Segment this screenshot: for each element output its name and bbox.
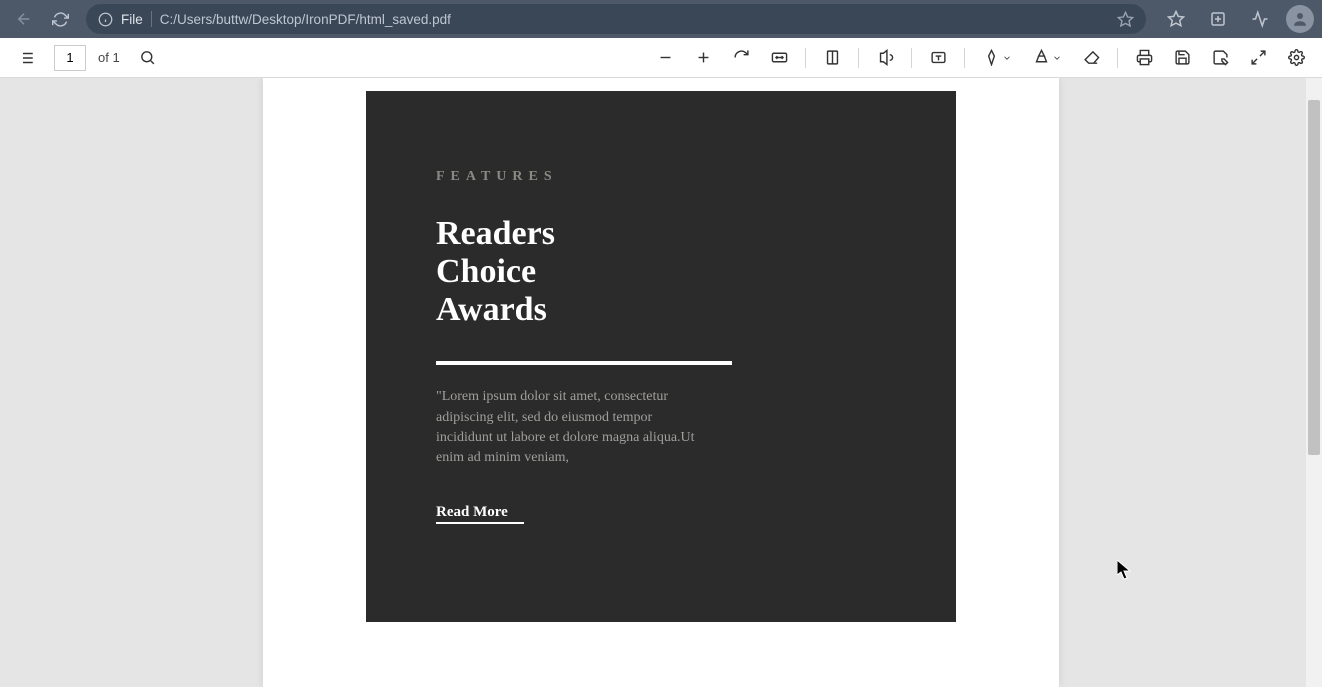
read-aloud-icon (877, 49, 894, 66)
toolbar-separator (858, 48, 859, 68)
pdf-viewport: FEATURES Readers Choice Awards "Lorem ip… (0, 78, 1322, 687)
page-view-icon (824, 49, 841, 66)
address-divider (151, 11, 152, 27)
print-icon (1136, 49, 1153, 66)
arrow-left-icon (15, 10, 33, 28)
divider-line (436, 361, 732, 365)
info-icon (98, 12, 113, 27)
document-content-block: FEATURES Readers Choice Awards "Lorem ip… (366, 91, 956, 622)
print-button[interactable] (1128, 42, 1160, 74)
toolbar-separator (805, 48, 806, 68)
erase-button[interactable] (1075, 42, 1107, 74)
page-number-input[interactable] (54, 45, 86, 71)
read-more-link[interactable]: Read More (436, 504, 524, 524)
collections-icon (1209, 10, 1227, 28)
highlight-button[interactable] (1025, 42, 1069, 74)
find-button[interactable] (132, 42, 164, 74)
heartbeat-icon (1251, 10, 1269, 28)
browser-right-icons (1156, 3, 1314, 35)
plus-icon (695, 49, 712, 66)
headline: Readers Choice Awards (436, 215, 886, 329)
save-button[interactable] (1166, 42, 1198, 74)
list-icon (17, 49, 35, 67)
zoom-out-button[interactable] (649, 42, 681, 74)
page-total: of 1 (98, 50, 120, 65)
star-add-icon[interactable] (1117, 11, 1134, 28)
toolbar-separator (964, 48, 965, 68)
rotate-icon (733, 49, 750, 66)
toolbar-separator (1117, 48, 1118, 68)
mouse-cursor-icon (1117, 560, 1131, 580)
chevron-down-icon (1002, 53, 1012, 63)
address-prefix: File (121, 12, 143, 27)
highlight-icon (1033, 49, 1050, 66)
back-button[interactable] (8, 3, 40, 35)
favorites-button[interactable] (1156, 3, 1196, 35)
draw-button[interactable] (975, 42, 1019, 74)
pdf-page: FEATURES Readers Choice Awards "Lorem ip… (263, 78, 1059, 687)
zoom-in-button[interactable] (687, 42, 719, 74)
search-icon (139, 49, 156, 66)
fit-width-icon (770, 49, 789, 66)
save-icon (1174, 49, 1191, 66)
toolbar-separator (911, 48, 912, 68)
text-box-icon (930, 49, 947, 66)
address-bar[interactable]: File C:/Users/buttw/Desktop/IronPDF/html… (86, 4, 1146, 34)
gear-icon (1288, 49, 1305, 66)
fullscreen-button[interactable] (1242, 42, 1274, 74)
read-aloud-button[interactable] (869, 42, 901, 74)
erase-icon (1083, 49, 1100, 66)
chevron-down-icon (1052, 53, 1062, 63)
eyebrow-text: FEATURES (436, 169, 886, 185)
browser-chrome-bar: File C:/Users/buttw/Desktop/IronPDF/html… (0, 0, 1322, 38)
contents-button[interactable] (10, 42, 42, 74)
collections-button[interactable] (1198, 3, 1238, 35)
page-view-button[interactable] (816, 42, 848, 74)
settings-button[interactable] (1280, 42, 1312, 74)
headline-line-3: Awards (436, 291, 886, 329)
minus-icon (657, 49, 674, 66)
headline-line-2: Choice (436, 253, 886, 291)
health-button[interactable] (1240, 3, 1280, 35)
pdf-toolbar: of 1 (0, 38, 1322, 78)
person-icon (1291, 10, 1309, 28)
save-edit-icon (1212, 49, 1229, 66)
rotate-button[interactable] (725, 42, 757, 74)
fullscreen-icon (1250, 49, 1267, 66)
profile-avatar[interactable] (1286, 5, 1314, 33)
vertical-scrollbar[interactable] (1306, 78, 1322, 687)
draw-icon (983, 49, 1000, 66)
body-text: "Lorem ipsum dolor sit amet, consectetur… (436, 387, 706, 468)
address-path: C:/Users/buttw/Desktop/IronPDF/html_save… (160, 12, 1109, 27)
headline-line-1: Readers (436, 215, 886, 253)
fit-width-button[interactable] (763, 42, 795, 74)
add-text-button[interactable] (922, 42, 954, 74)
refresh-button[interactable] (44, 3, 76, 35)
refresh-icon (52, 11, 69, 28)
star-icon (1167, 10, 1185, 28)
scrollbar-thumb[interactable] (1308, 100, 1320, 455)
save-as-button[interactable] (1204, 42, 1236, 74)
